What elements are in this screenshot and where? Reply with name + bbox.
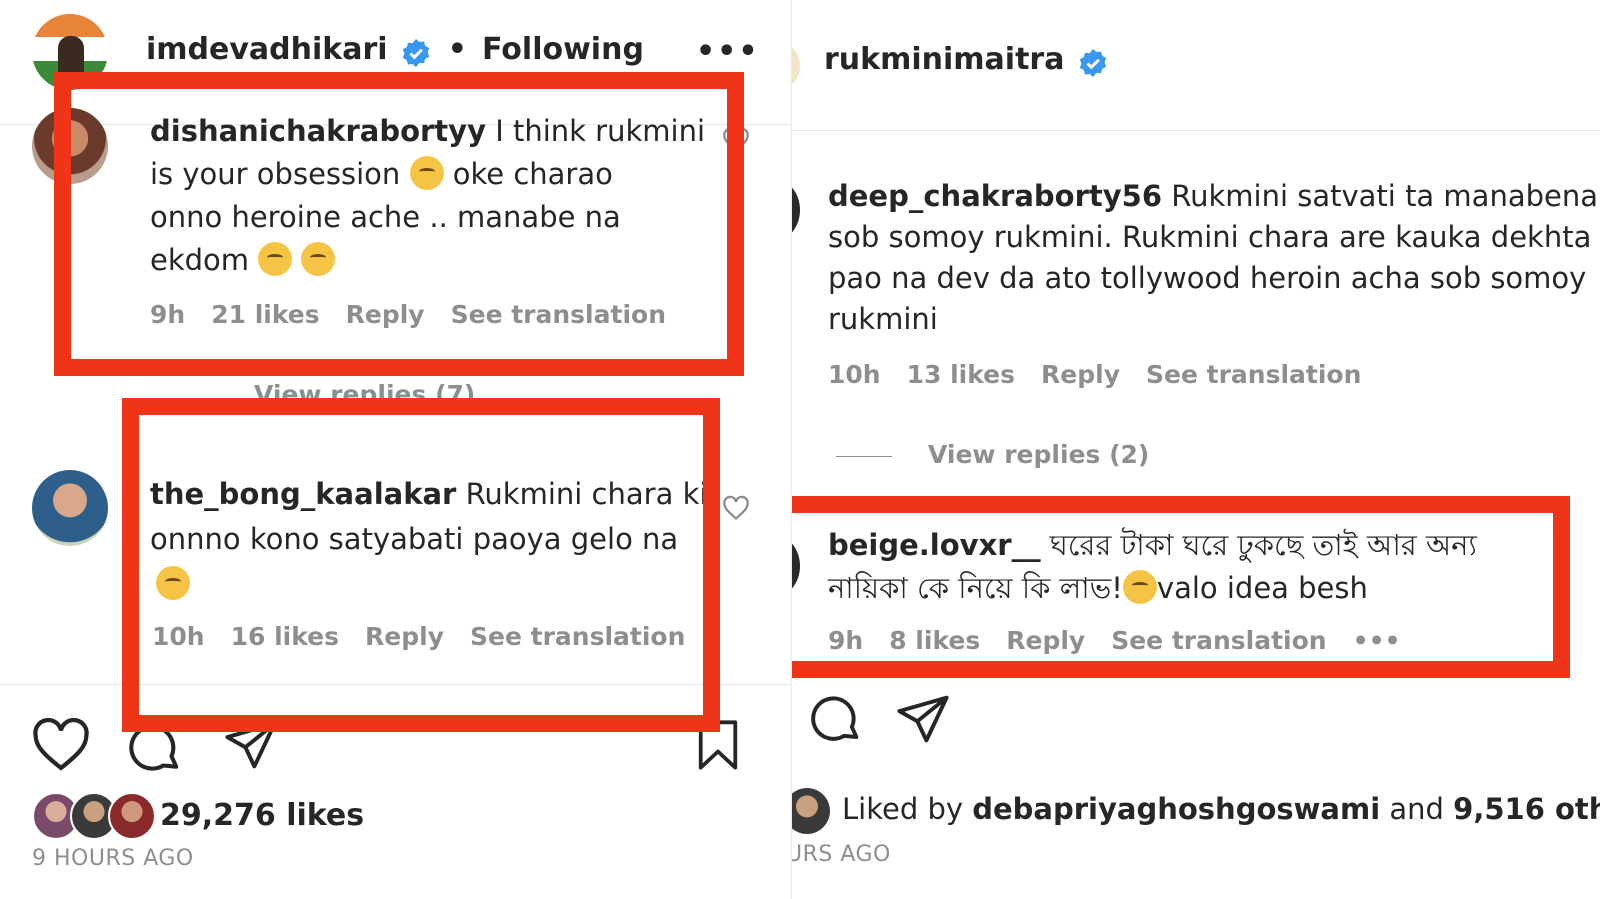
comment-body: deep_chakraborty56 Rukmini satvati ta ma… [828,176,1598,340]
left-post-panel: imdevadhikari • Following ••• dishanicha… [0,0,790,899]
author-username[interactable]: rukminimaitra [824,42,1064,77]
verified-badge-icon [1078,48,1108,82]
comment-text-line: pao na dev da ato tollywood heroin acha … [828,261,1587,295]
commenter-avatar-cropped[interactable] [792,180,800,240]
liked-by-text: Liked by debapriyaghoshgoswami and 9,516… [842,792,1600,826]
comment-text-line: rukmini [828,302,938,336]
author-username[interactable]: imdevadhikari [146,32,388,67]
verified-badge-icon [401,38,431,72]
comment-likes[interactable]: 13 likes [907,360,1015,389]
see-translation-button[interactable]: See translation [1146,360,1361,389]
view-replies-button[interactable]: View replies (2) [928,440,1149,469]
commenter-avatar[interactable] [32,470,108,546]
liker-avatar[interactable] [108,792,156,840]
highlight-box [792,496,1570,678]
post-time-ago: 9 HOURS AGO [32,846,194,871]
share-icon[interactable] [896,694,950,744]
comment-username[interactable]: deep_chakraborty56 [828,179,1162,213]
more-options-icon[interactable]: ••• [696,34,760,69]
post-time-ago: URS AGO [792,842,891,867]
comment-like-heart-icon[interactable] [722,494,750,522]
header-separator: • [447,32,467,67]
comment-text-line: Rukmini satvati ta manabena [1171,179,1598,213]
post-header: imdevadhikari • Following [146,32,644,76]
author-avatar-cropped[interactable] [792,40,800,92]
highlight-box [54,72,744,376]
following-button[interactable]: Following [482,32,644,67]
post-header: rukminimaitra [824,42,1108,82]
liked-by-and: and [1389,792,1444,826]
replies-line [836,456,892,457]
liked-by-user[interactable]: debapriyaghoshgoswami [972,792,1380,826]
comment-meta: 10h 13 likes Reply See translation [828,360,1387,389]
reply-button[interactable]: Reply [1041,360,1120,389]
header-divider [792,130,1600,131]
liked-by-prefix: Liked by [842,792,964,826]
highlight-box [122,398,720,732]
comment-time: 10h [828,360,881,389]
comment-icon[interactable] [808,692,862,746]
comment-text-line: sob somoy rukmini. Rukmini chara are kau… [828,220,1592,254]
heart-icon[interactable] [32,718,90,772]
liker-avatar[interactable] [792,788,830,834]
liked-by-others[interactable]: 9,516 others [1453,792,1600,826]
right-post-panel: rukminimaitra deep_chakraborty56 Rukmini… [792,0,1600,899]
likes-count[interactable]: 29,276 likes [160,798,364,833]
